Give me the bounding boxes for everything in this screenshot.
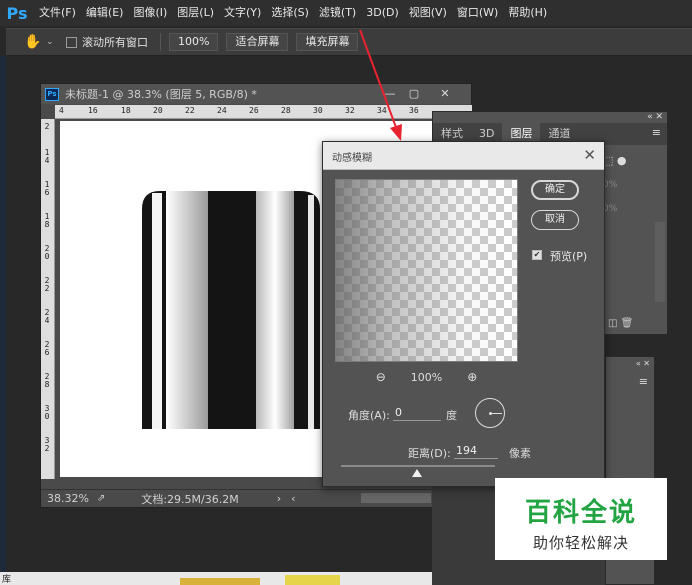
watermark-badge: 百科全说 助你轻松解决 [495,478,667,560]
watermark-subtitle: 助你轻松解决 [532,534,629,552]
watermark-title: 百科全说 [524,498,637,528]
